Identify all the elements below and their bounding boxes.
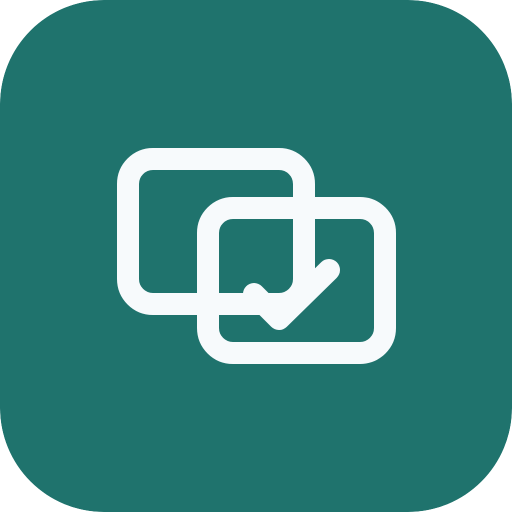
tile-background [0, 0, 512, 512]
app-icon-canvas [0, 0, 512, 512]
app-icon-tile[interactable] [0, 0, 512, 512]
